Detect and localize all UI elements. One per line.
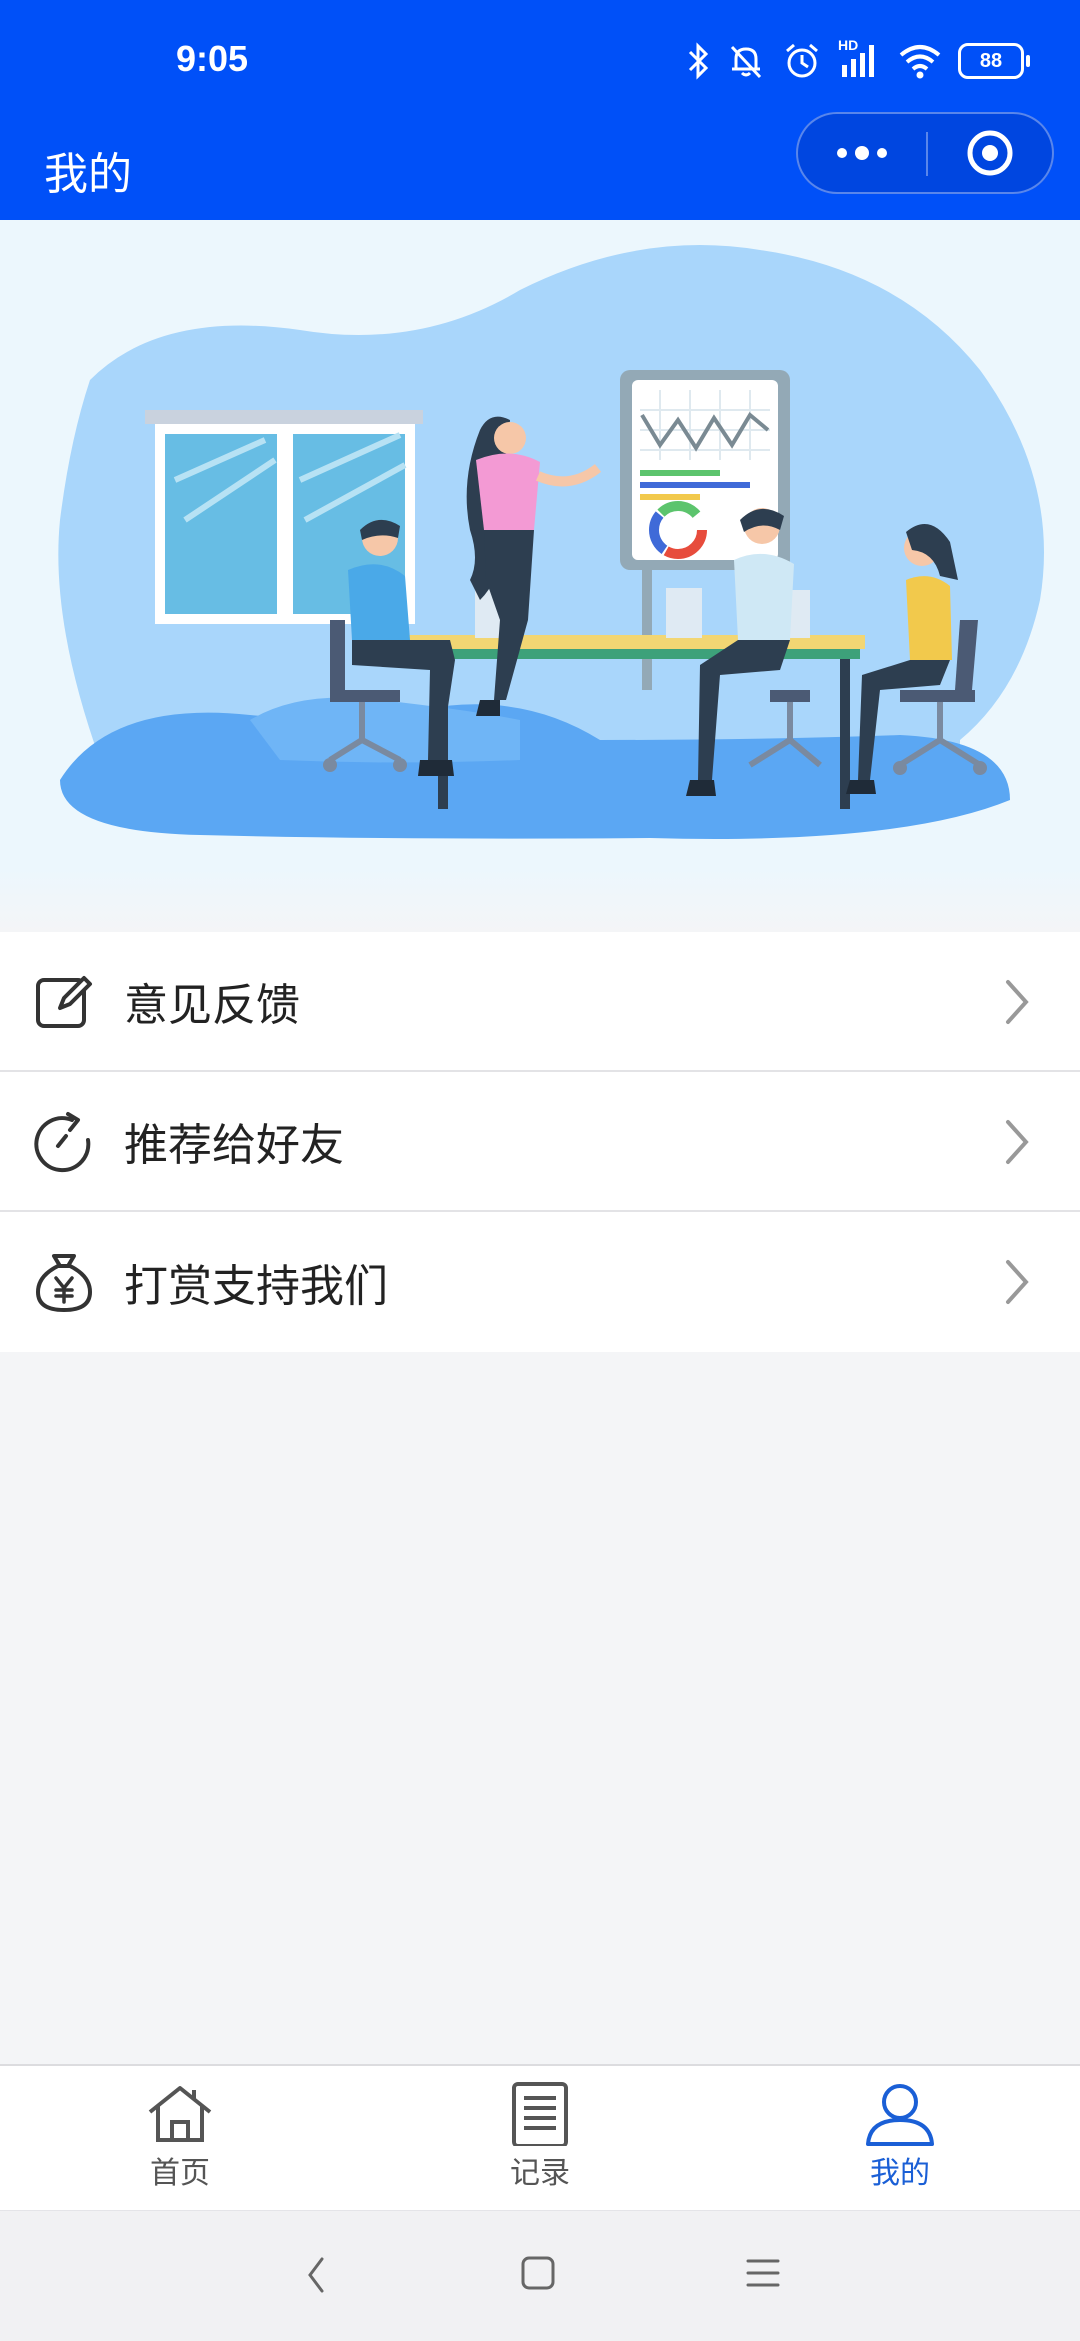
menu-item-label: 打赏支持我们: [124, 1261, 388, 1312]
tab-home[interactable]: 首页: [60, 2066, 300, 2210]
home-square-icon[interactable]: [520, 2255, 556, 2291]
more-dots-icon: [837, 146, 887, 160]
system-navigation-bar: [0, 2210, 1080, 2341]
bluetooth-icon: [688, 42, 709, 80]
navigation-bar: 我的: [0, 112, 1080, 220]
more-button[interactable]: [798, 114, 926, 192]
page-title: 我的: [44, 149, 132, 200]
chevron-right-icon: [1006, 980, 1029, 1024]
wifi-icon: [899, 45, 941, 79]
tab-records[interactable]: 记录: [420, 2066, 660, 2210]
banner: [0, 220, 1080, 932]
close-target-icon: [967, 130, 1013, 176]
battery-icon: 88: [958, 43, 1030, 79]
battery-level: 88: [979, 49, 1003, 72]
chevron-right-icon: [1006, 1260, 1029, 1304]
bell-off-icon: [730, 45, 762, 79]
back-icon[interactable]: [306, 2255, 326, 2295]
tab-label: 首页: [150, 2156, 210, 2191]
tab-bar: 首页 记录 我的: [0, 2064, 1080, 2210]
signal-icon: HD: [838, 37, 882, 81]
banner-fade: [0, 868, 1080, 932]
menu-item-feedback[interactable]: 意见反馈: [0, 932, 1080, 1072]
status-bar: 9:05 HD 88: [0, 0, 1080, 120]
tab-mine[interactable]: 我的: [780, 2066, 1020, 2210]
tab-label: 记录: [510, 2156, 570, 2191]
menu-item-label: 意见反馈: [124, 980, 300, 1031]
menu-item-label: 推荐给好友: [124, 1120, 344, 1171]
edit-icon: [36, 976, 92, 1028]
money-bag-icon: [36, 1254, 92, 1312]
chevron-right-icon: [1006, 1120, 1029, 1164]
user-icon: [866, 2084, 934, 2146]
close-button[interactable]: [928, 114, 1052, 192]
menu-item-recommend[interactable]: 推荐给好友: [0, 1072, 1080, 1212]
menu-lines-icon[interactable]: [746, 2255, 780, 2291]
home-icon: [148, 2086, 212, 2142]
status-time: 9:05: [176, 38, 249, 79]
menu-list: 意见反馈 推荐给好友 打赏支持我们: [0, 932, 1080, 1352]
menu-item-donate[interactable]: 打赏支持我们: [0, 1212, 1080, 1352]
tab-label: 我的: [870, 2156, 930, 2191]
status-icons: HD 88: [686, 36, 1030, 86]
alarm-icon: [786, 43, 818, 78]
mini-program-capsule: [796, 112, 1054, 194]
refresh-share-icon: [34, 1112, 91, 1173]
team-meeting-illustration: [58, 245, 1045, 839]
document-icon: [512, 2082, 568, 2146]
